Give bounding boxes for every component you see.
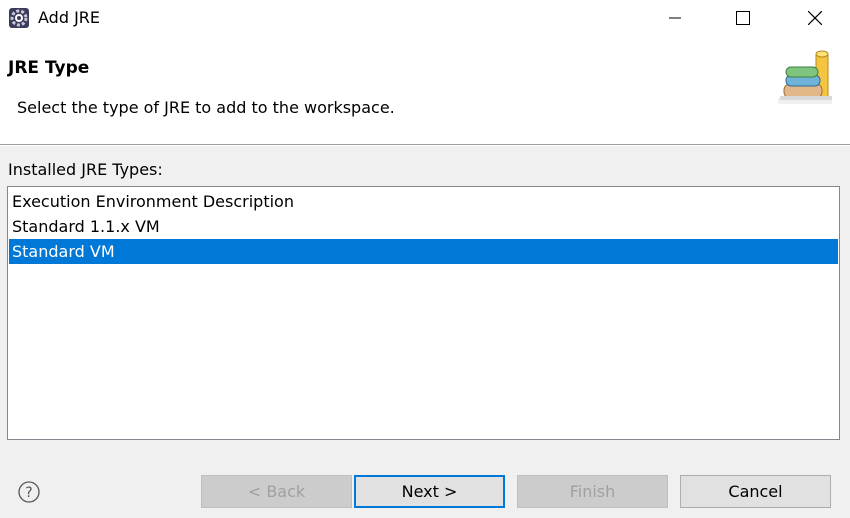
jre-types-list[interactable]: Execution Environment Description Standa… [7,186,840,440]
maximize-icon [736,11,750,25]
title-bar: Add JRE [0,0,850,36]
minimize-icon [669,17,681,19]
add-jre-dialog: Add JRE JRE Type Select the type of JRE … [0,0,850,518]
next-button[interactable]: Next > [354,475,505,508]
list-item-standard-vm[interactable]: Standard VM [9,239,838,264]
back-button[interactable]: < Back [201,475,352,508]
minimize-button[interactable] [652,0,698,36]
list-item-standard-1-1-x-vm[interactable]: Standard 1.1.x VM [9,214,838,239]
finish-button[interactable]: Finish [517,475,668,508]
help-button[interactable]: ? [17,480,41,504]
page-title: JRE Type [8,58,90,78]
banner-separator [0,144,850,146]
cancel-button[interactable]: Cancel [680,475,831,508]
page-description: Select the type of JRE to add to the wor… [17,98,395,117]
books-wizard-icon [776,48,836,106]
maximize-button[interactable] [720,0,766,36]
close-button[interactable] [792,0,838,36]
close-icon [808,11,822,25]
wizard-banner: JRE Type Select the type of JRE to add t… [0,36,850,144]
window-title: Add JRE [38,8,101,27]
eclipse-gear-icon [8,7,30,29]
help-icon: ? [18,481,40,503]
svg-text:?: ? [25,485,32,501]
list-item-execution-environment[interactable]: Execution Environment Description [9,189,838,214]
installed-jre-types-label: Installed JRE Types: [8,160,163,179]
